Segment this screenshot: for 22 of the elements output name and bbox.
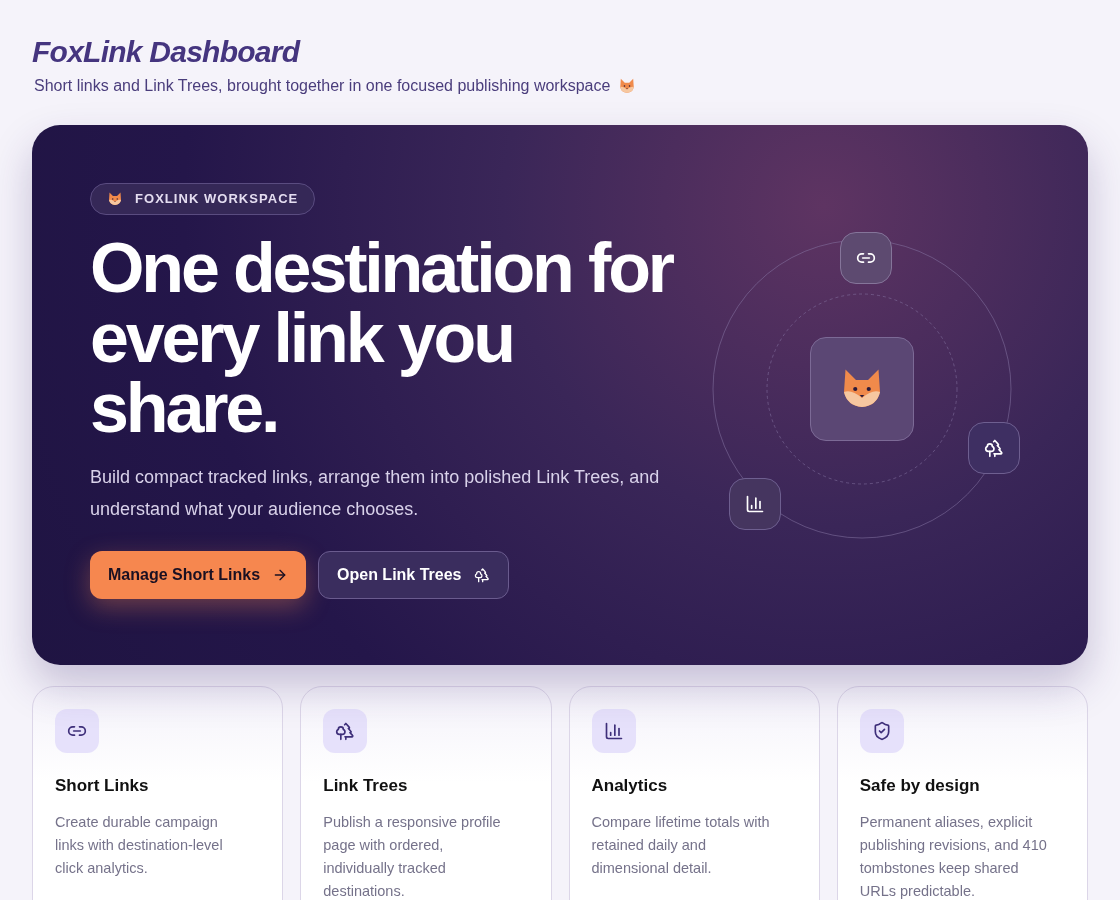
feature-title: Link Trees <box>323 775 409 797</box>
dashboard-title: FoxLink Dashboard <box>32 34 302 70</box>
feature-description: Publish a responsive profile page with ordered, individually tracked destinations. <box>323 812 502 900</box>
fox-icon <box>107 191 123 207</box>
workspace-badge: FOXLINK WORKSPACE <box>90 183 316 215</box>
feature-description: Compare lifetime totals with retained daily and dimensional detail. <box>591 812 771 878</box>
open-trees-button[interactable]: Open Link Trees <box>318 551 509 599</box>
hero-description: Build compact tracked links, arrange them into polished Link Trees, and understand what your audience chooses. <box>90 466 661 521</box>
feature-title: Short Links <box>55 775 150 797</box>
dashboard-subtitle: Short links and Link Trees, brought together in one focused publishing workspace <box>34 76 611 96</box>
feature-title: Safe by design <box>859 775 981 797</box>
trees-icon <box>984 438 1004 458</box>
trees-icon <box>335 721 356 741</box>
feature-title: Analytics <box>591 775 669 797</box>
feature-description: Permanent aliases, explicit publishing revisions, and 410 tombstones keep shared URLs predictable. <box>859 812 1048 900</box>
bar-chart-icon <box>603 721 624 741</box>
feature-description: Create durable campaign links with destination-level click analytics. <box>55 812 224 878</box>
bar-chart-icon <box>745 494 765 514</box>
hero-headline: One destination for every link you share. <box>90 233 674 443</box>
trees-icon <box>473 567 490 583</box>
fox-icon <box>618 77 637 95</box>
manage-links-button[interactable]: Manage Short Links <box>90 551 307 599</box>
